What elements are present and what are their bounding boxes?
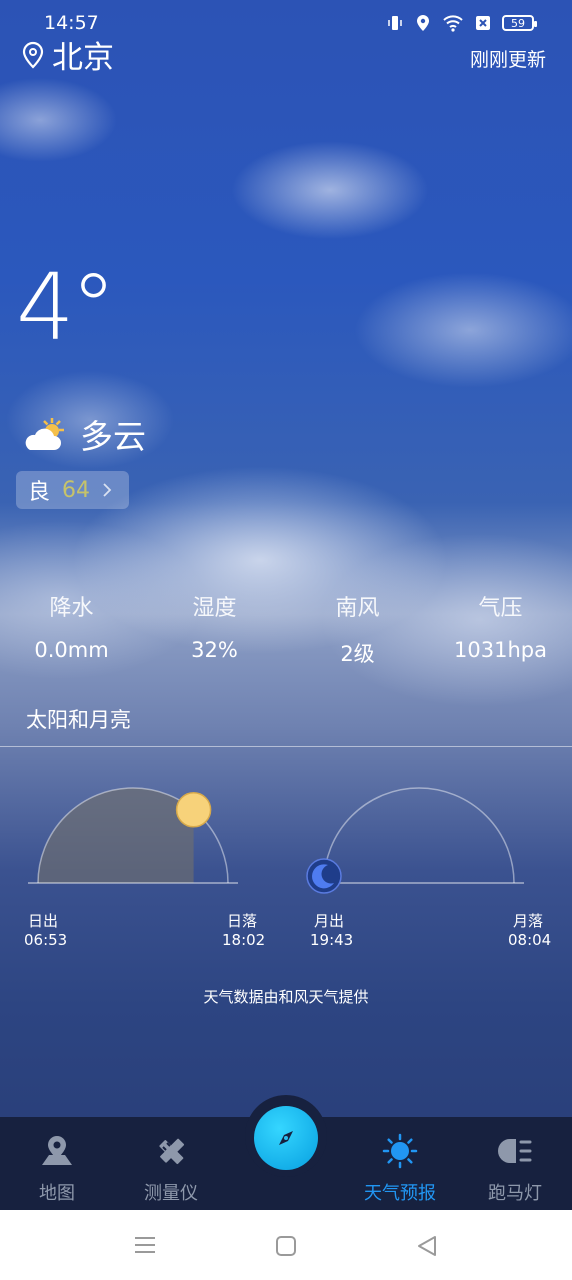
compass-icon: [279, 1131, 293, 1145]
back-icon[interactable]: [416, 1235, 438, 1257]
stat-wind: 南风 2级: [286, 590, 429, 668]
wifi-icon: [443, 15, 463, 32]
nav-item-weather[interactable]: 天气预报: [343, 1117, 457, 1210]
status-icons: 59: [386, 14, 537, 32]
sky-background: [0, 0, 572, 1117]
sunrise-time: 06:53: [24, 931, 68, 949]
stat-label: 湿度: [192, 596, 237, 621]
weather-condition: 多云: [20, 410, 146, 458]
sunrise-label: 日出: [28, 912, 59, 930]
stat-humidity: 湿度 32%: [143, 590, 286, 662]
sunset-time: 18:02: [222, 931, 266, 949]
stat-label: 降水: [49, 596, 94, 621]
sun-icon: [175, 792, 212, 828]
moonset-label: 月落: [513, 912, 544, 930]
data-credit: 天气数据由和风天气提供: [203, 988, 369, 1006]
chevron-right-icon: [103, 483, 112, 497]
city-name: 北京: [52, 40, 114, 76]
stat-label: 南风: [335, 596, 380, 621]
nav-label: 地图: [39, 1183, 75, 1204]
moon-arc: [323, 787, 515, 884]
ruler-pencil-icon: [159, 1138, 185, 1165]
nav-item-marquee[interactable]: 跑马灯: [458, 1117, 572, 1210]
status-time: 14:57: [44, 12, 99, 34]
menu-icon[interactable]: [134, 1235, 156, 1255]
battery-icon: 59: [502, 15, 537, 31]
sun-icon: [382, 1133, 418, 1169]
stat-value: 32%: [191, 638, 238, 662]
location-selector[interactable]: 北京: [22, 32, 114, 77]
battery-level: 59: [511, 16, 525, 30]
vibrate-icon: [388, 16, 402, 30]
nav-item-map[interactable]: 地图: [0, 1117, 114, 1210]
stat-label: 气压: [478, 596, 523, 621]
stat-value: 1031hpa: [454, 638, 547, 662]
stat-pressure: 气压 1031hpa: [429, 590, 572, 662]
map-icon: [42, 1136, 72, 1165]
stat-precipitation: 降水 0.0mm: [0, 590, 143, 662]
nav-item-measure[interactable]: 测量仪: [114, 1117, 228, 1210]
sun-moon-arcs: [28, 787, 524, 894]
sun-moon-title: 太阳和月亮: [26, 708, 131, 732]
moonrise-label: 月出: [314, 912, 345, 930]
update-status: 刚刚更新: [469, 49, 546, 71]
location-status-icon: [417, 15, 429, 31]
home-icon[interactable]: [275, 1235, 297, 1257]
nav-label: 跑马灯: [488, 1183, 542, 1204]
partly-cloudy-icon: [25, 418, 64, 450]
no-sim-icon: [476, 16, 490, 30]
nav-label: 天气预报: [364, 1183, 436, 1204]
moon-icon: [306, 858, 342, 894]
stat-value: 2级: [340, 642, 375, 666]
aqi-value: 64: [62, 477, 91, 503]
moonset-time: 08:04: [508, 931, 552, 949]
divider: [0, 746, 572, 747]
current-temperature: 4°: [16, 254, 117, 361]
system-nav-bar: [0, 1210, 572, 1280]
location-pin-icon: [22, 41, 44, 69]
aqi-label: 良: [28, 480, 51, 505]
sunset-label: 日落: [227, 912, 258, 930]
stat-value: 0.0mm: [34, 638, 109, 662]
nav-label: 测量仪: [144, 1183, 198, 1204]
condition-text: 多云: [80, 417, 146, 456]
marquee-light-icon: [498, 1139, 532, 1163]
compass-button[interactable]: [254, 1106, 318, 1170]
air-quality-badge[interactable]: 良 64: [16, 471, 129, 509]
moonrise-time: 19:43: [310, 931, 354, 949]
